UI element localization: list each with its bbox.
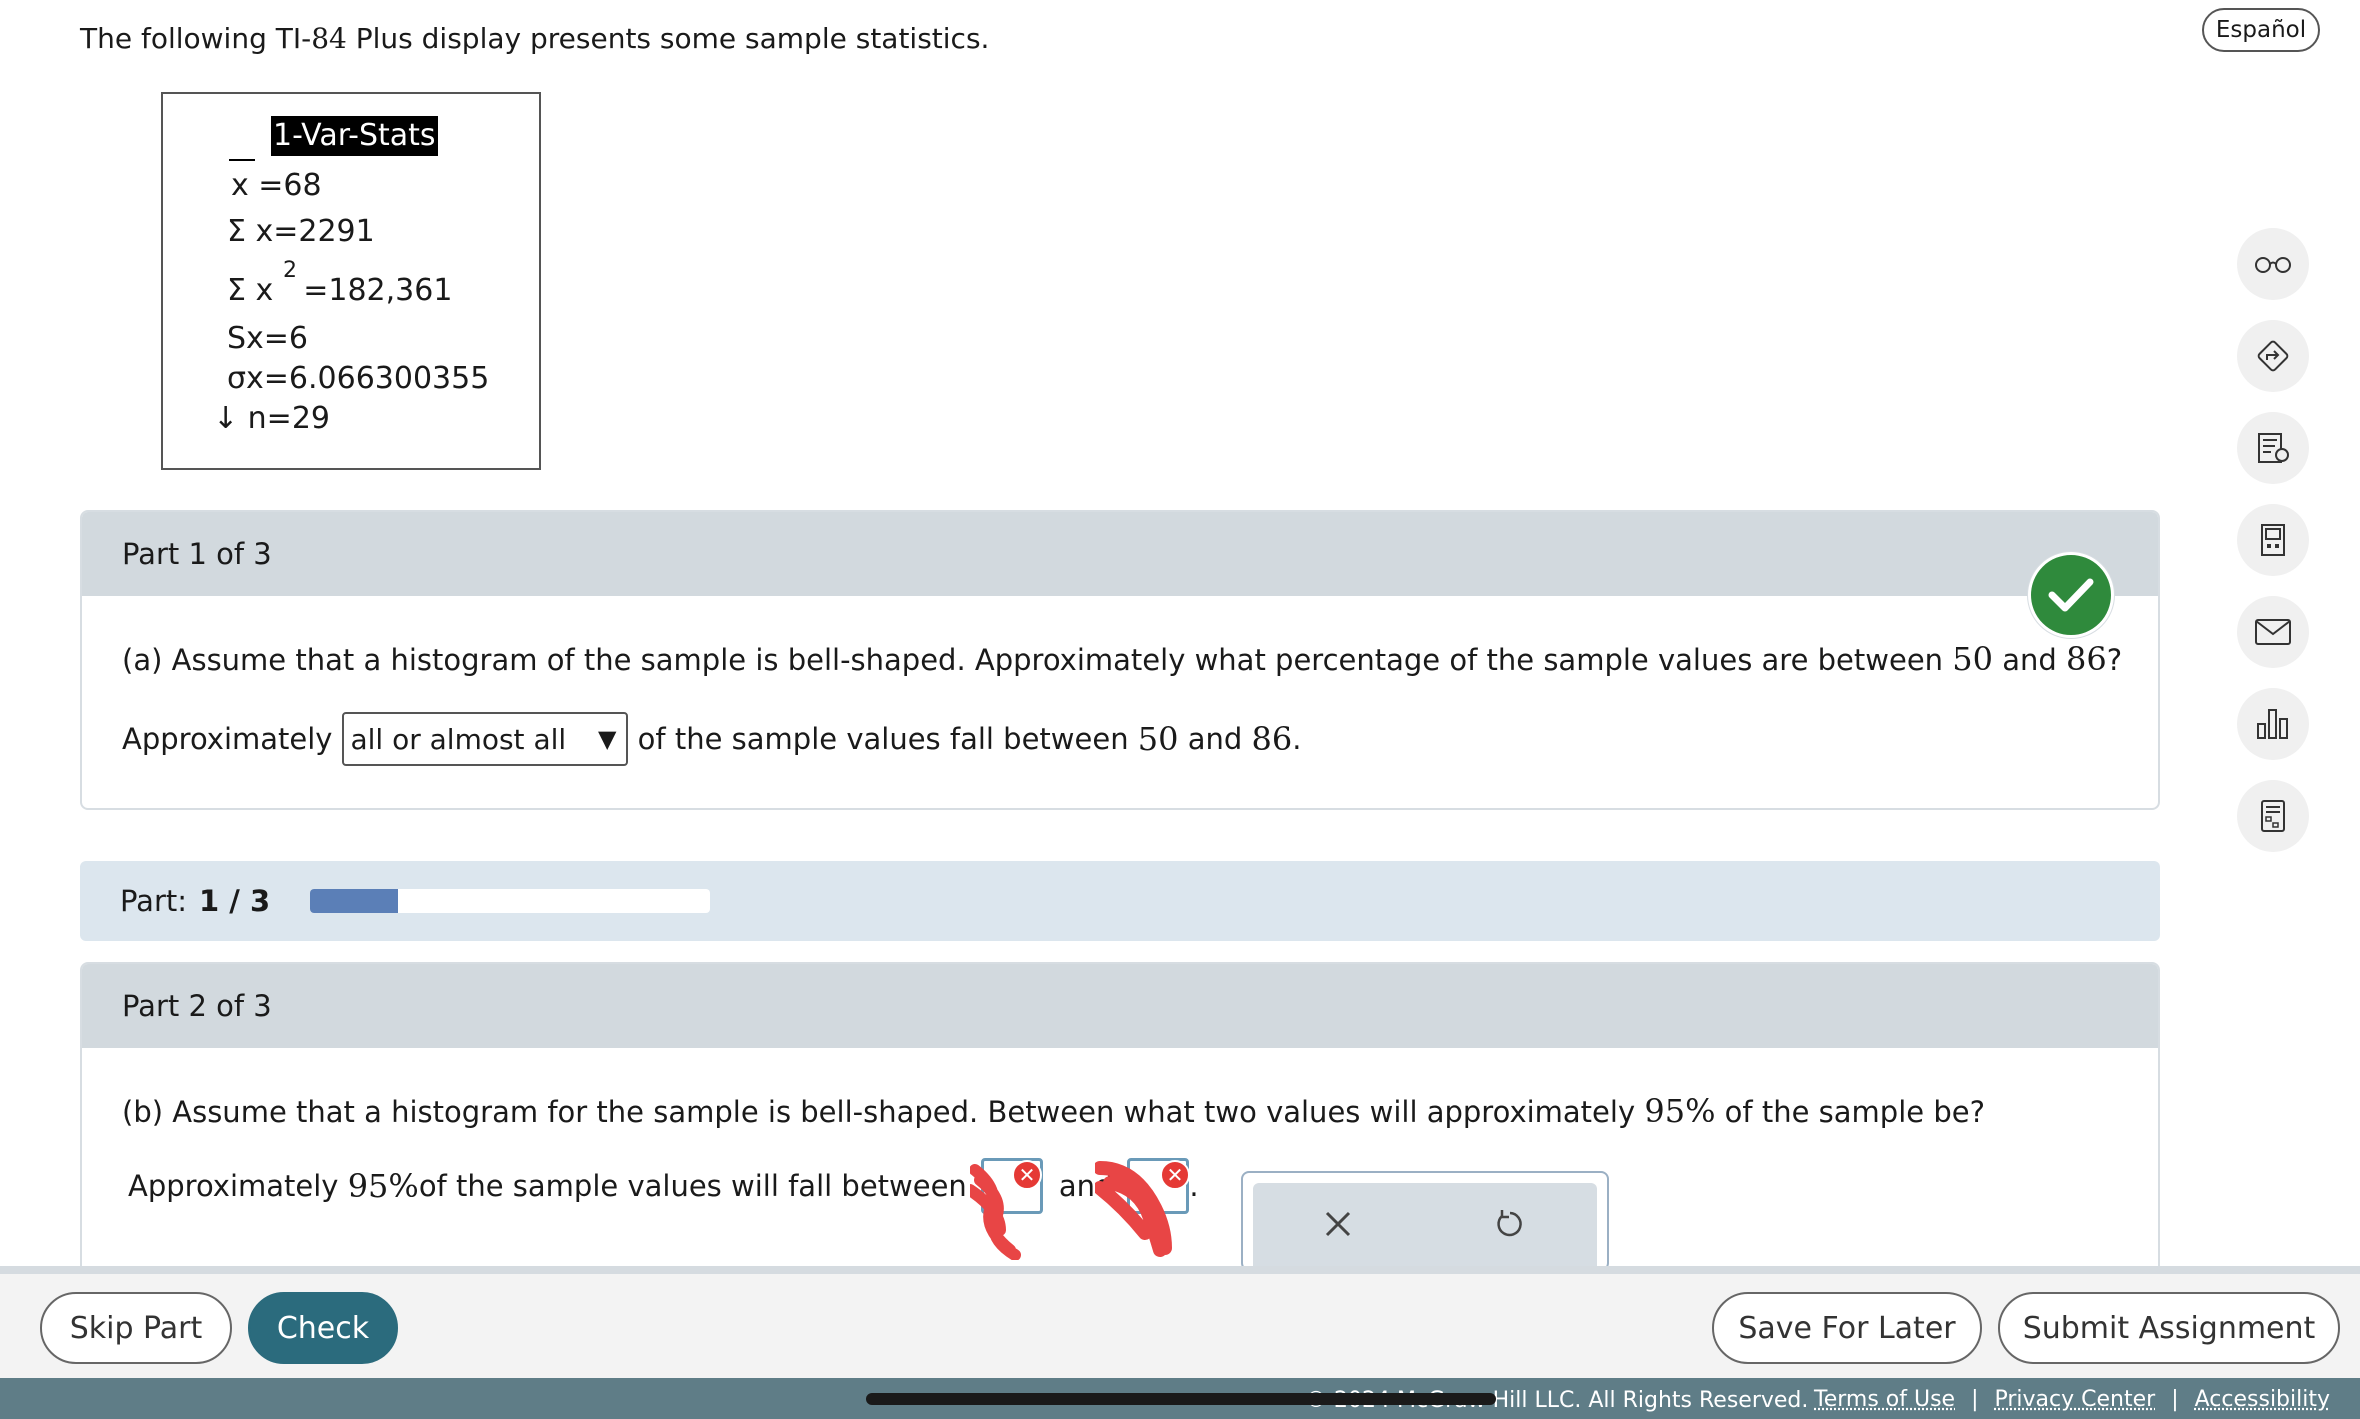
undo-icon[interactable] xyxy=(1493,1207,1527,1245)
stat-sigma-x: σx=6.066300355 xyxy=(227,361,490,396)
submit-assignment-button[interactable]: Submit Assignment xyxy=(1998,1292,2340,1364)
calculator-icon[interactable] xyxy=(2237,504,2309,576)
hint-icon[interactable] xyxy=(2237,412,2309,484)
check-button[interactable]: Check xyxy=(248,1292,398,1364)
part-progress: Part: 1 / 3 xyxy=(80,861,2160,941)
navigate-icon[interactable] xyxy=(2237,320,2309,392)
answer-tool-popup xyxy=(1241,1171,1609,1271)
part2-question: (b) Assume that a histogram for the samp… xyxy=(122,1092,1985,1130)
stat-mean: x =68 xyxy=(231,168,322,203)
privacy-center-link[interactable]: Privacy Center xyxy=(1995,1387,2156,1412)
error-close-icon[interactable]: ✕ xyxy=(1160,1160,1190,1190)
part1-panel: Part 1 of 3 (a) Assume that a histogram … xyxy=(80,510,2160,810)
mail-icon[interactable] xyxy=(2237,596,2309,668)
part1-answer: Approximately all or almost all ▼ of the… xyxy=(122,712,2118,766)
skip-part-button[interactable]: Skip Part xyxy=(40,1292,232,1364)
part1-question: (a) Assume that a histogram of the sampl… xyxy=(122,640,2123,678)
glasses-icon[interactable] xyxy=(2237,228,2309,300)
language-toggle-button[interactable]: Español xyxy=(2202,8,2320,52)
part1-header: Part 1 of 3 xyxy=(82,512,2158,596)
correct-check-icon xyxy=(2028,552,2114,638)
progress-fill xyxy=(310,889,399,913)
calculator-title: 1-Var-Stats xyxy=(271,116,438,156)
grade-icon[interactable] xyxy=(2237,780,2309,852)
stat-sx: Sx=6 xyxy=(227,321,309,356)
stat-sum-x2: Σ x =182,361 xyxy=(227,273,453,308)
home-indicator xyxy=(866,1393,1496,1405)
stat-n: ↓ n=29 xyxy=(213,401,330,436)
save-for-later-button[interactable]: Save For Later xyxy=(1712,1292,1982,1364)
clear-icon[interactable] xyxy=(1323,1209,1353,1243)
xbar-overline xyxy=(229,159,255,161)
intro-text: The following TI-84 Plus display present… xyxy=(80,22,990,55)
exponent-two: 2 xyxy=(283,258,297,283)
error-close-icon[interactable]: ✕ xyxy=(1012,1160,1042,1190)
part2-header: Part 2 of 3 xyxy=(82,964,2158,1048)
accessibility-link[interactable]: Accessibility xyxy=(2195,1387,2330,1412)
progress-track xyxy=(310,889,711,913)
calculator-display: 1-Var-Stats x =68 Σ x=2291 Σ x =182,361 2… xyxy=(161,92,541,470)
chevron-down-icon: ▼ xyxy=(598,725,617,753)
terms-of-use-link[interactable]: Terms of Use xyxy=(1814,1387,1955,1412)
action-bar: Skip Part Check Save For Later Submit As… xyxy=(0,1266,2360,1378)
stat-sum-x: Σ x=2291 xyxy=(227,214,375,249)
percentage-dropdown[interactable]: all or almost all ▼ xyxy=(342,712,629,766)
tool-sidebar xyxy=(2237,228,2309,872)
chart-icon[interactable] xyxy=(2237,688,2309,760)
